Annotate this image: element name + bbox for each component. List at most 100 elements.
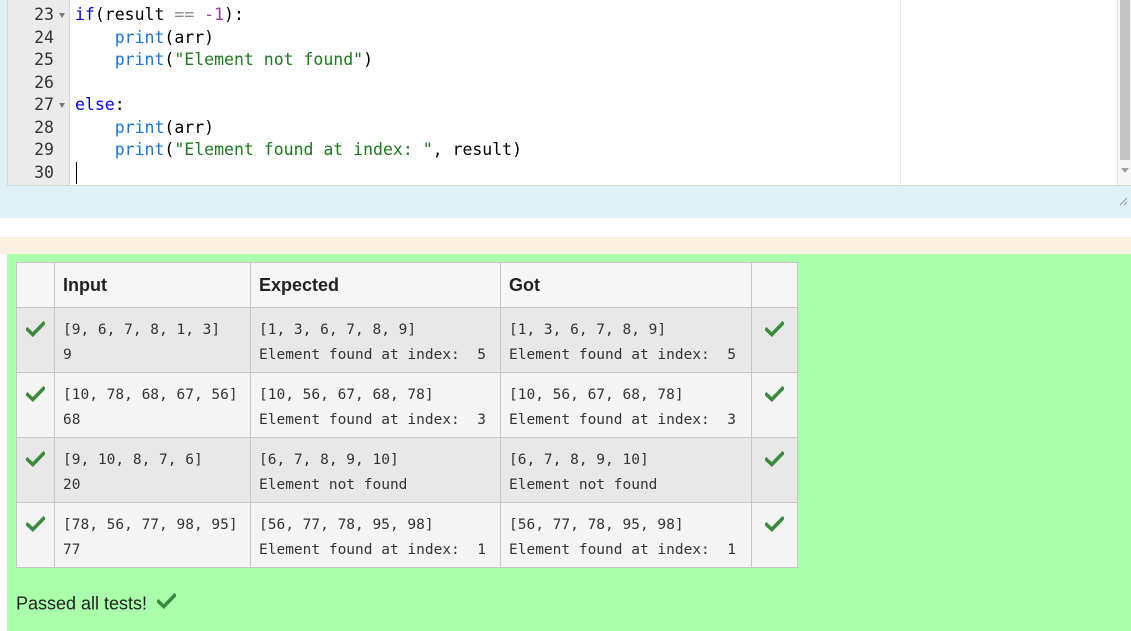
code-token: (arr) (164, 27, 215, 47)
got-column-header: Got (500, 262, 752, 308)
page: 23 if(result == -1): 24 print(arr) 25 print… (0, 0, 1131, 631)
expected-cell: [10, 56, 67, 68, 78] Element found at ind… (250, 372, 501, 438)
line-number: 29 (34, 140, 54, 159)
got-cell: [56, 77, 78, 95, 98] Element found at ind… (500, 502, 752, 568)
print-margin-line (900, 0, 901, 185)
row-status-cell (16, 502, 55, 568)
code-token: "Element not found" (174, 50, 364, 69)
table-row: [78, 56, 77, 98, 95] 77 [56, 77, 78, 95, 9… (16, 502, 798, 568)
code-text: if(result == -1): (75, 4, 244, 26)
table-row: [10, 78, 68, 67, 56] 68 [10, 56, 67, 68, 7… (16, 372, 798, 438)
scroll-down-arrow-icon[interactable] (1121, 168, 1129, 173)
code-token: -1 (204, 5, 225, 24)
expected-cell: [6, 7, 8, 9, 10] Element not found (250, 437, 501, 503)
code-token: : (114, 95, 125, 114)
expected-line: [1, 3, 6, 7, 8, 9] (259, 322, 417, 338)
input-cell: [9, 6, 7, 8, 1, 3] 9 (54, 307, 251, 373)
code-token: else (75, 95, 115, 114)
code-token: , result) (432, 140, 523, 159)
code-editor[interactable]: 23 if(result == -1): 24 print(arr) 25 print… (7, 0, 1131, 186)
code-line[interactable]: 27 else: (8, 94, 888, 116)
code-line[interactable]: 26 (8, 72, 888, 94)
vertical-scrollbar[interactable] (1117, 0, 1131, 185)
expected-line: [56, 77, 78, 95, 98] (259, 517, 434, 533)
expected-cell: [1, 3, 6, 7, 8, 9] Element found at index… (250, 307, 501, 373)
input-cell: [78, 56, 77, 98, 95] 77 (54, 502, 251, 568)
check-icon (24, 515, 47, 537)
passed-text: Passed all tests! (16, 593, 148, 614)
code-token: print (114, 27, 165, 47)
row-result-cell (751, 437, 798, 503)
row-result-cell (751, 372, 798, 438)
expected-line: Element found at index: 5 (259, 347, 486, 363)
check-icon (763, 320, 786, 342)
text-cursor (76, 162, 77, 184)
fold-arrow-icon[interactable] (59, 13, 65, 18)
code-line[interactable]: 30 (8, 162, 888, 184)
got-line: Element found at index: 3 (509, 412, 736, 428)
code-line[interactable]: 28 print(arr) (8, 117, 888, 139)
code-line[interactable]: 24 print(arr) (8, 27, 888, 49)
row-result-cell (751, 307, 798, 373)
status-column-header (16, 262, 55, 308)
check-icon (24, 385, 47, 407)
expected-line: [10, 56, 67, 68, 78] (259, 387, 434, 403)
check-icon (763, 450, 786, 472)
test-results-table: Input Expected Got [9, 6, 7, 8, 1, 3] 9 [1… (16, 262, 798, 568)
line-number: 23 (34, 5, 54, 24)
expected-line: Element not found (259, 477, 408, 493)
line-number: 25 (34, 50, 54, 69)
code-line[interactable]: 29 print("Element found at index: ", res… (8, 139, 888, 161)
code-token: ): (224, 5, 244, 24)
row-status-cell (16, 437, 55, 503)
fold-arrow-icon[interactable] (59, 103, 65, 108)
line-number: 27 (34, 95, 54, 114)
check-icon (763, 515, 786, 537)
got-line: Element found at index: 5 (509, 347, 736, 363)
code-text: print("Element not found") (75, 49, 373, 71)
got-line: Element found at index: 1 (509, 542, 736, 558)
code-token: == (174, 5, 195, 24)
scrollbar-thumb[interactable] (1120, 0, 1130, 160)
code-token: print (114, 117, 165, 137)
row-status-cell (16, 372, 55, 438)
row-status-cell (16, 307, 55, 373)
test-results-body: [9, 6, 7, 8, 1, 3] 9 [1, 3, 6, 7, 8, 9] Ele… (16, 307, 798, 568)
code-token: "Element found at index: " (174, 140, 433, 159)
got-line: Element not found (509, 477, 658, 493)
input-line: [78, 56, 77, 98, 95] (63, 517, 238, 533)
code-editor-panel: 23 if(result == -1): 24 print(arr) 25 print… (0, 0, 1131, 218)
input-line: 9 (63, 347, 72, 363)
input-line: [9, 10, 8, 7, 6] (63, 452, 203, 468)
line-number: 24 (34, 27, 54, 47)
code-token: ) (363, 50, 374, 69)
results-header-strip (0, 237, 1131, 254)
input-line: 77 (63, 542, 81, 558)
code-text: print(arr) (75, 27, 214, 49)
expected-line: [6, 7, 8, 9, 10] (259, 452, 399, 468)
code-token: ( (164, 50, 175, 69)
passed-message: Passed all tests! (16, 591, 178, 614)
code-text: print("Element found at index: ", result… (75, 139, 522, 161)
code-token: (arr) (164, 117, 215, 137)
resize-grip-icon[interactable] (1118, 193, 1128, 206)
line-number: 28 (34, 117, 54, 137)
line-number: 30 (34, 162, 54, 182)
code-line[interactable]: 23 if(result == -1): (8, 4, 888, 26)
expected-cell: [56, 77, 78, 95, 98] Element found at ind… (250, 502, 501, 568)
got-line: [10, 56, 67, 68, 78] (509, 387, 684, 403)
got-line: [1, 3, 6, 7, 8, 9] (509, 322, 667, 338)
code-line[interactable]: 25 print("Element not found") (8, 49, 888, 71)
code-token: (result (94, 5, 175, 24)
got-line: [6, 7, 8, 9, 10] (509, 452, 649, 468)
input-line: [9, 6, 7, 8, 1, 3] (63, 322, 221, 338)
code-token: print (114, 140, 165, 159)
table-row: [9, 6, 7, 8, 1, 3] 9 [1, 3, 6, 7, 8, 9] Ele… (16, 307, 798, 373)
input-cell: [9, 10, 8, 7, 6] 20 (54, 437, 251, 503)
row-result-cell (751, 502, 798, 568)
